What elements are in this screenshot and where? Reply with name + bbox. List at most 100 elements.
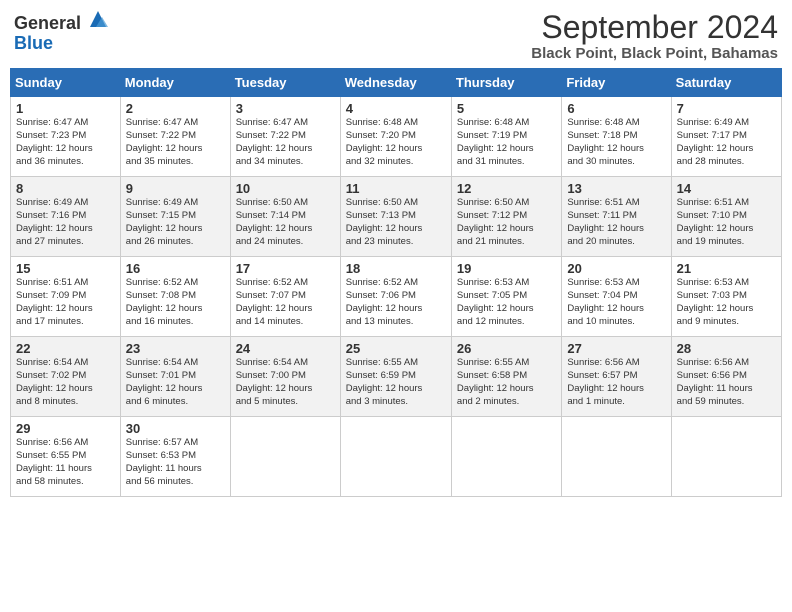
day-info: Sunrise: 6:51 AM Sunset: 7:11 PM Dayligh…: [567, 197, 665, 248]
table-row: [562, 417, 671, 497]
day-info: Sunrise: 6:54 AM Sunset: 7:00 PM Dayligh…: [236, 357, 335, 408]
day-info: Sunrise: 6:49 AM Sunset: 7:16 PM Dayligh…: [16, 197, 115, 248]
calendar-row: 15Sunrise: 6:51 AM Sunset: 7:09 PM Dayli…: [11, 257, 782, 337]
table-row: 12Sunrise: 6:50 AM Sunset: 7:12 PM Dayli…: [451, 177, 561, 257]
day-info: Sunrise: 6:47 AM Sunset: 7:23 PM Dayligh…: [16, 117, 115, 168]
table-row: 11Sunrise: 6:50 AM Sunset: 7:13 PM Dayli…: [340, 177, 451, 257]
day-number: 8: [16, 181, 115, 196]
day-number: 14: [677, 181, 776, 196]
header-thursday: Thursday: [451, 69, 561, 97]
table-row: 13Sunrise: 6:51 AM Sunset: 7:11 PM Dayli…: [562, 177, 671, 257]
day-info: Sunrise: 6:48 AM Sunset: 7:19 PM Dayligh…: [457, 117, 556, 168]
table-row: 2Sunrise: 6:47 AM Sunset: 7:22 PM Daylig…: [120, 97, 230, 177]
header-row: Sunday Monday Tuesday Wednesday Thursday…: [11, 69, 782, 97]
day-info: Sunrise: 6:53 AM Sunset: 7:04 PM Dayligh…: [567, 277, 665, 328]
day-number: 2: [126, 101, 225, 116]
day-number: 16: [126, 261, 225, 276]
page-header: General Blue September 2024 Black Point,…: [10, 10, 782, 62]
table-row: 18Sunrise: 6:52 AM Sunset: 7:06 PM Dayli…: [340, 257, 451, 337]
day-info: Sunrise: 6:50 AM Sunset: 7:12 PM Dayligh…: [457, 197, 556, 248]
day-info: Sunrise: 6:55 AM Sunset: 6:58 PM Dayligh…: [457, 357, 556, 408]
day-info: Sunrise: 6:50 AM Sunset: 7:14 PM Dayligh…: [236, 197, 335, 248]
day-number: 13: [567, 181, 665, 196]
month-title: September 2024: [531, 10, 778, 45]
table-row: 19Sunrise: 6:53 AM Sunset: 7:05 PM Dayli…: [451, 257, 561, 337]
day-info: Sunrise: 6:52 AM Sunset: 7:06 PM Dayligh…: [346, 277, 446, 328]
table-row: 9Sunrise: 6:49 AM Sunset: 7:15 PM Daylig…: [120, 177, 230, 257]
day-info: Sunrise: 6:52 AM Sunset: 7:07 PM Dayligh…: [236, 277, 335, 328]
day-info: Sunrise: 6:47 AM Sunset: 7:22 PM Dayligh…: [126, 117, 225, 168]
day-number: 29: [16, 421, 115, 436]
day-number: 28: [677, 341, 776, 356]
header-wednesday: Wednesday: [340, 69, 451, 97]
table-row: 5Sunrise: 6:48 AM Sunset: 7:19 PM Daylig…: [451, 97, 561, 177]
day-number: 27: [567, 341, 665, 356]
table-row: 16Sunrise: 6:52 AM Sunset: 7:08 PM Dayli…: [120, 257, 230, 337]
day-info: Sunrise: 6:53 AM Sunset: 7:03 PM Dayligh…: [677, 277, 776, 328]
table-row: 15Sunrise: 6:51 AM Sunset: 7:09 PM Dayli…: [11, 257, 121, 337]
table-row: 28Sunrise: 6:56 AM Sunset: 6:56 PM Dayli…: [671, 337, 781, 417]
table-row: 30Sunrise: 6:57 AM Sunset: 6:53 PM Dayli…: [120, 417, 230, 497]
table-row: 6Sunrise: 6:48 AM Sunset: 7:18 PM Daylig…: [562, 97, 671, 177]
table-row: 4Sunrise: 6:48 AM Sunset: 7:20 PM Daylig…: [340, 97, 451, 177]
day-number: 19: [457, 261, 556, 276]
calendar-table: Sunday Monday Tuesday Wednesday Thursday…: [10, 68, 782, 497]
table-row: 1Sunrise: 6:47 AM Sunset: 7:23 PM Daylig…: [11, 97, 121, 177]
day-number: 7: [677, 101, 776, 116]
day-number: 5: [457, 101, 556, 116]
day-info: Sunrise: 6:53 AM Sunset: 7:05 PM Dayligh…: [457, 277, 556, 328]
logo-general: General: [14, 13, 81, 33]
day-number: 22: [16, 341, 115, 356]
day-info: Sunrise: 6:56 AM Sunset: 6:55 PM Dayligh…: [16, 437, 115, 488]
calendar-row: 1Sunrise: 6:47 AM Sunset: 7:23 PM Daylig…: [11, 97, 782, 177]
table-row: 21Sunrise: 6:53 AM Sunset: 7:03 PM Dayli…: [671, 257, 781, 337]
table-row: 8Sunrise: 6:49 AM Sunset: 7:16 PM Daylig…: [11, 177, 121, 257]
day-number: 20: [567, 261, 665, 276]
header-monday: Monday: [120, 69, 230, 97]
header-saturday: Saturday: [671, 69, 781, 97]
day-info: Sunrise: 6:51 AM Sunset: 7:10 PM Dayligh…: [677, 197, 776, 248]
day-info: Sunrise: 6:54 AM Sunset: 7:02 PM Dayligh…: [16, 357, 115, 408]
table-row: 25Sunrise: 6:55 AM Sunset: 6:59 PM Dayli…: [340, 337, 451, 417]
table-row: 27Sunrise: 6:56 AM Sunset: 6:57 PM Dayli…: [562, 337, 671, 417]
day-number: 6: [567, 101, 665, 116]
day-number: 24: [236, 341, 335, 356]
day-info: Sunrise: 6:47 AM Sunset: 7:22 PM Dayligh…: [236, 117, 335, 168]
calendar-row: 8Sunrise: 6:49 AM Sunset: 7:16 PM Daylig…: [11, 177, 782, 257]
day-info: Sunrise: 6:56 AM Sunset: 6:57 PM Dayligh…: [567, 357, 665, 408]
table-row: [671, 417, 781, 497]
day-info: Sunrise: 6:57 AM Sunset: 6:53 PM Dayligh…: [126, 437, 225, 488]
day-number: 12: [457, 181, 556, 196]
location-title: Black Point, Black Point, Bahamas: [531, 45, 778, 62]
day-number: 18: [346, 261, 446, 276]
day-number: 15: [16, 261, 115, 276]
day-info: Sunrise: 6:48 AM Sunset: 7:20 PM Dayligh…: [346, 117, 446, 168]
day-number: 21: [677, 261, 776, 276]
day-number: 1: [16, 101, 115, 116]
table-row: 20Sunrise: 6:53 AM Sunset: 7:04 PM Dayli…: [562, 257, 671, 337]
day-info: Sunrise: 6:51 AM Sunset: 7:09 PM Dayligh…: [16, 277, 115, 328]
day-number: 26: [457, 341, 556, 356]
table-row: 24Sunrise: 6:54 AM Sunset: 7:00 PM Dayli…: [230, 337, 340, 417]
day-number: 30: [126, 421, 225, 436]
table-row: 10Sunrise: 6:50 AM Sunset: 7:14 PM Dayli…: [230, 177, 340, 257]
table-row: 23Sunrise: 6:54 AM Sunset: 7:01 PM Dayli…: [120, 337, 230, 417]
day-info: Sunrise: 6:49 AM Sunset: 7:17 PM Dayligh…: [677, 117, 776, 168]
calendar-row: 29Sunrise: 6:56 AM Sunset: 6:55 PM Dayli…: [11, 417, 782, 497]
table-row: 26Sunrise: 6:55 AM Sunset: 6:58 PM Dayli…: [451, 337, 561, 417]
day-number: 23: [126, 341, 225, 356]
logo-blue: Blue: [14, 33, 53, 53]
day-info: Sunrise: 6:52 AM Sunset: 7:08 PM Dayligh…: [126, 277, 225, 328]
header-tuesday: Tuesday: [230, 69, 340, 97]
day-number: 3: [236, 101, 335, 116]
day-info: Sunrise: 6:50 AM Sunset: 7:13 PM Dayligh…: [346, 197, 446, 248]
table-row: [451, 417, 561, 497]
day-number: 25: [346, 341, 446, 356]
day-number: 4: [346, 101, 446, 116]
table-row: 3Sunrise: 6:47 AM Sunset: 7:22 PM Daylig…: [230, 97, 340, 177]
table-row: 22Sunrise: 6:54 AM Sunset: 7:02 PM Dayli…: [11, 337, 121, 417]
day-info: Sunrise: 6:56 AM Sunset: 6:56 PM Dayligh…: [677, 357, 776, 408]
day-number: 10: [236, 181, 335, 196]
day-info: Sunrise: 6:49 AM Sunset: 7:15 PM Dayligh…: [126, 197, 225, 248]
calendar-row: 22Sunrise: 6:54 AM Sunset: 7:02 PM Dayli…: [11, 337, 782, 417]
